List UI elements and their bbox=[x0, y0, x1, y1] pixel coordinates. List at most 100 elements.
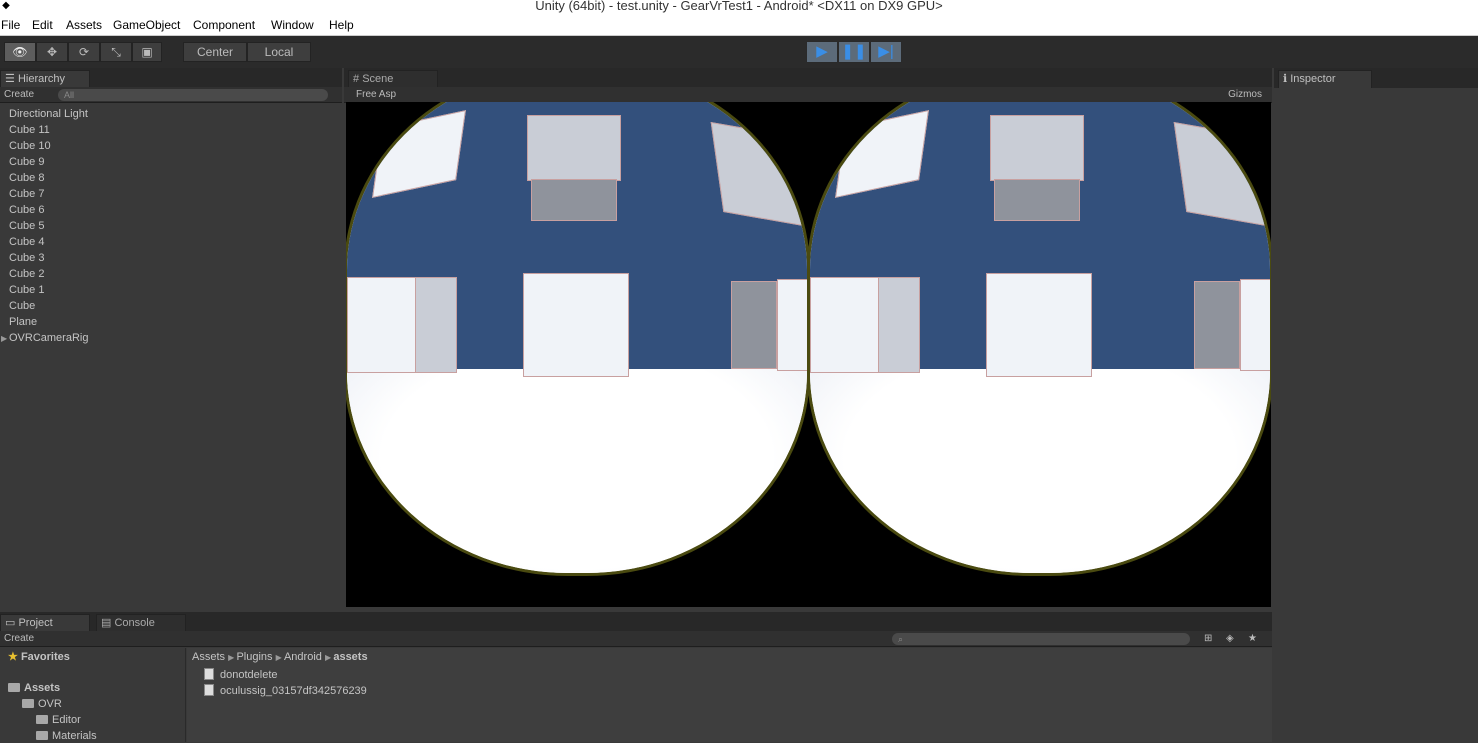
play-button[interactable]: ▶ bbox=[806, 41, 838, 63]
assets-label: Assets bbox=[24, 682, 61, 694]
breadcrumb-item[interactable]: assets bbox=[333, 651, 367, 663]
file-item[interactable]: donotdelete bbox=[204, 668, 278, 682]
hand-tool-eye-icon[interactable]: 👁 bbox=[4, 42, 36, 62]
breadcrumb-item[interactable]: Plugins bbox=[236, 651, 272, 663]
main-toolbar: 👁 ✥ ⟳ ⤡ ▣ Center Local ▶ ❚❚ ▶| bbox=[0, 36, 1478, 68]
expand-arrow-icon[interactable]: ▶ bbox=[1, 334, 7, 343]
game-viewport[interactable] bbox=[346, 102, 1271, 607]
project-toolbar: Create ⌕ ⊞ ◈ ★ bbox=[0, 631, 1272, 647]
folder-item[interactable]: Materials bbox=[36, 729, 97, 743]
menu-window[interactable]: Window bbox=[271, 18, 314, 32]
left-eye-view bbox=[346, 102, 810, 576]
search-icon: ⌕ bbox=[898, 634, 904, 644]
tab-hierarchy[interactable]: ☰ Hierarchy bbox=[0, 70, 90, 88]
hierarchy-item[interactable]: Cube 8 bbox=[9, 170, 44, 186]
filter-label-icon[interactable]: ◈ bbox=[1226, 631, 1234, 646]
menu-help[interactable]: Help bbox=[329, 18, 354, 32]
window-title: Unity (64bit) - test.unity - GearVrTest1… bbox=[535, 0, 943, 13]
cube bbox=[347, 277, 417, 373]
info-icon: ℹ bbox=[1283, 73, 1288, 85]
folder-label: Materials bbox=[52, 730, 97, 742]
cube bbox=[1240, 279, 1270, 371]
menu-component[interactable]: Component bbox=[193, 18, 255, 32]
cube bbox=[710, 121, 804, 227]
hierarchy-item[interactable]: OVRCameraRig bbox=[9, 330, 88, 346]
cube bbox=[777, 279, 807, 371]
cube bbox=[810, 277, 880, 373]
cube bbox=[415, 277, 457, 373]
hierarchy-create-button[interactable]: Create bbox=[4, 87, 34, 102]
pause-button[interactable]: ❚❚ bbox=[838, 41, 870, 63]
hierarchy-search-input[interactable]: All bbox=[58, 89, 328, 101]
ground-plane bbox=[347, 369, 807, 573]
file-icon bbox=[204, 668, 214, 680]
hierarchy-item[interactable]: Cube 2 bbox=[9, 266, 44, 282]
cube bbox=[994, 179, 1080, 221]
hierarchy-tabbar: ☰ Hierarchy bbox=[0, 68, 342, 88]
hierarchy-search-placeholder: All bbox=[64, 90, 75, 100]
folder-item[interactable]: OVR bbox=[22, 697, 62, 711]
hierarchy-item[interactable]: Directional Light bbox=[9, 106, 88, 122]
project-search-input[interactable]: ⌕ bbox=[892, 633, 1190, 645]
chevron-right-icon: ▶ bbox=[275, 653, 284, 662]
aspect-dropdown[interactable]: Free Asp bbox=[356, 87, 396, 102]
cube bbox=[1194, 281, 1240, 369]
hierarchy-tab-label: Hierarchy bbox=[17, 73, 66, 85]
hierarchy-item[interactable]: Cube 9 bbox=[9, 154, 44, 170]
hierarchy-item[interactable]: Cube 1 bbox=[9, 282, 44, 298]
pivot-local-toggle[interactable]: Local bbox=[247, 42, 311, 62]
hierarchy-panel: ☰ Hierarchy Create All Directional Light… bbox=[0, 68, 342, 610]
move-tool-icon[interactable]: ✥ bbox=[36, 42, 68, 62]
folder-icon bbox=[22, 699, 34, 708]
cube bbox=[1173, 121, 1267, 227]
favorites-item[interactable]: ★ Favorites bbox=[8, 650, 70, 664]
hierarchy-item[interactable]: Cube 10 bbox=[9, 138, 51, 154]
menu-file[interactable]: File bbox=[1, 18, 20, 32]
hierarchy-item[interactable]: Cube 4 bbox=[9, 234, 44, 250]
scene-tab-label: Scene bbox=[362, 73, 394, 85]
filter-type-icon[interactable]: ⊞ bbox=[1204, 631, 1212, 646]
play-icon: ▶ bbox=[816, 43, 828, 60]
inspector-tab-label: Inspector bbox=[1290, 73, 1336, 85]
scale-tool-icon[interactable]: ⤡ bbox=[100, 42, 132, 62]
step-button[interactable]: ▶| bbox=[870, 41, 902, 63]
cube bbox=[990, 115, 1084, 181]
project-panel: ▭ Project ▤ Console Create ⌕ ⊞ ◈ ★ ★ Fav… bbox=[0, 612, 1272, 742]
hierarchy-item[interactable]: Cube 3 bbox=[9, 250, 44, 266]
folder-icon bbox=[8, 683, 20, 692]
inspector-panel: ℹ Inspector bbox=[1274, 68, 1478, 742]
pause-icon: ❚❚ bbox=[841, 43, 867, 60]
breadcrumb-item[interactable]: Android bbox=[284, 651, 322, 663]
folder-item[interactable]: Editor bbox=[36, 713, 81, 727]
hierarchy-item[interactable]: Cube 11 bbox=[9, 122, 50, 138]
favorites-label: Favorites bbox=[20, 651, 70, 663]
assets-folder[interactable]: Assets bbox=[8, 681, 60, 695]
console-icon: ▤ bbox=[101, 617, 112, 629]
tab-inspector[interactable]: ℹ Inspector bbox=[1278, 70, 1372, 88]
menu-assets[interactable]: Assets bbox=[66, 18, 102, 32]
favorite-star-icon[interactable]: ★ bbox=[1248, 631, 1257, 646]
folder-icon: ▭ bbox=[5, 617, 16, 629]
breadcrumb-item[interactable]: Assets bbox=[192, 651, 225, 663]
cube bbox=[731, 281, 777, 369]
tab-console[interactable]: ▤ Console bbox=[96, 614, 186, 632]
rotate-tool-icon[interactable]: ⟳ bbox=[68, 42, 100, 62]
ground-plane bbox=[810, 369, 1270, 573]
gizmos-dropdown[interactable]: Gizmos bbox=[1228, 87, 1262, 102]
rect-tool-icon[interactable]: ▣ bbox=[132, 42, 162, 62]
menu-gameobject[interactable]: GameObject bbox=[113, 18, 180, 32]
hierarchy-item[interactable]: Plane bbox=[9, 314, 37, 330]
hierarchy-item[interactable]: Cube 7 bbox=[9, 186, 44, 202]
tab-scene[interactable]: # Scene bbox=[348, 70, 438, 88]
tab-project[interactable]: ▭ Project bbox=[0, 614, 90, 632]
right-eye-view bbox=[807, 102, 1271, 576]
star-icon: ★ bbox=[8, 651, 18, 663]
pivot-center-toggle[interactable]: Center bbox=[183, 42, 247, 62]
cube bbox=[523, 273, 629, 377]
hierarchy-item[interactable]: Cube 6 bbox=[9, 202, 44, 218]
hierarchy-item[interactable]: Cube bbox=[9, 298, 35, 314]
project-create-button[interactable]: Create bbox=[4, 631, 34, 646]
file-item[interactable]: oculussig_03157df342576239 bbox=[204, 684, 367, 698]
hierarchy-item[interactable]: Cube 5 bbox=[9, 218, 44, 234]
menu-edit[interactable]: Edit bbox=[32, 18, 53, 32]
